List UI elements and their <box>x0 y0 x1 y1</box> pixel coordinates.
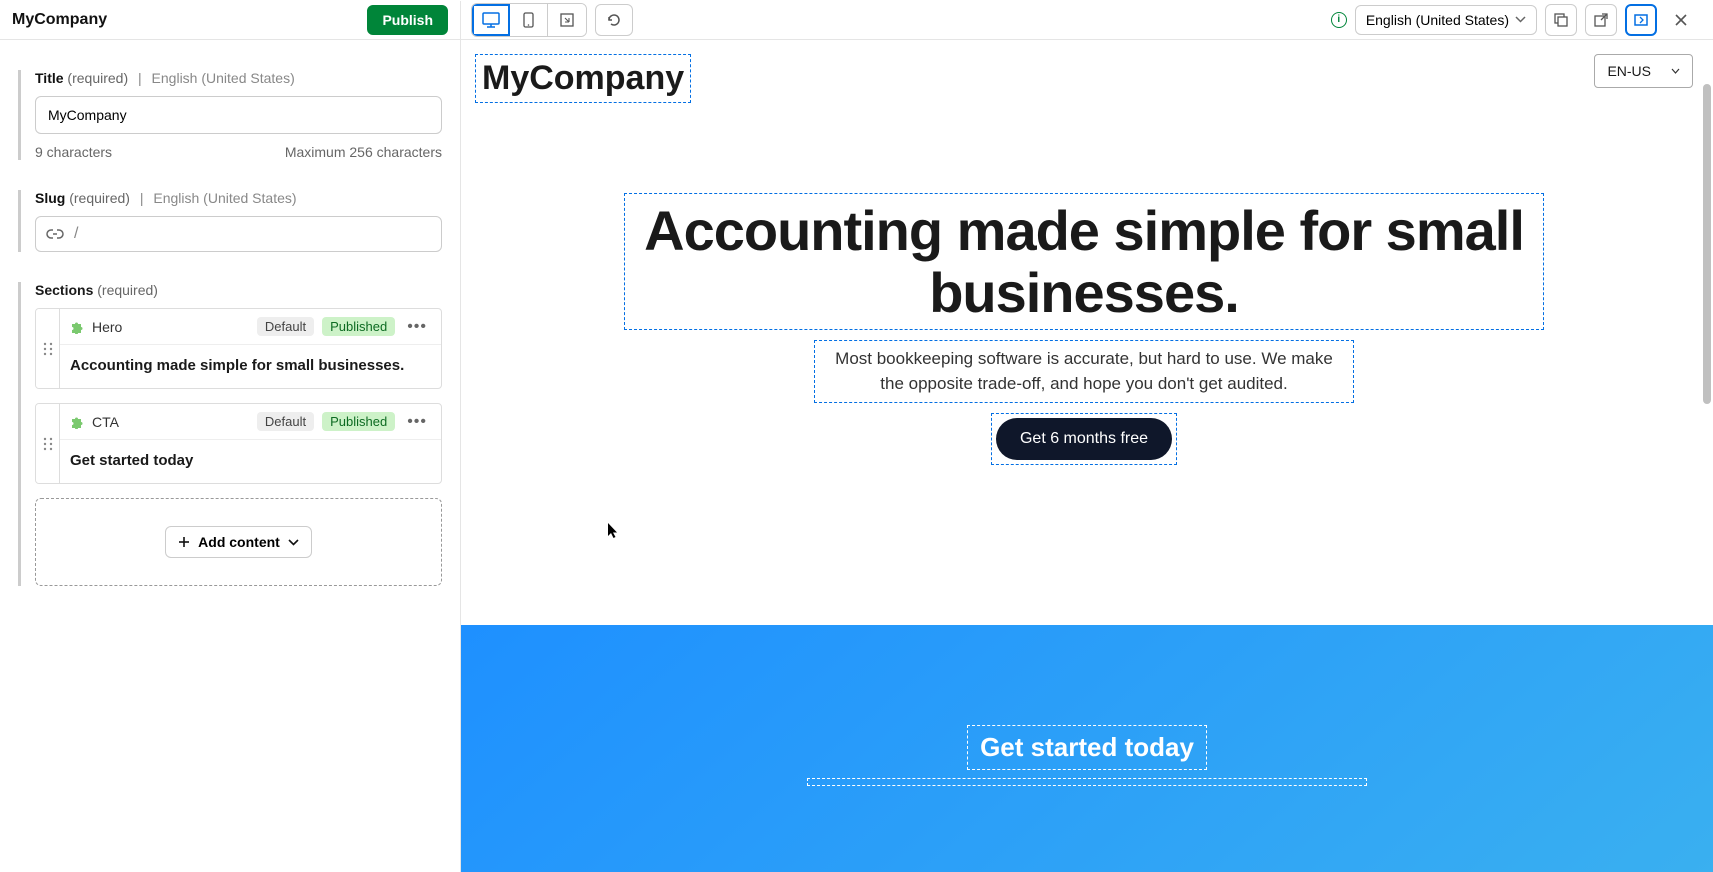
slug-value: / <box>74 225 78 243</box>
char-max: Maximum 256 characters <box>285 144 442 160</box>
panel-icon <box>1634 13 1648 27</box>
puzzle-icon <box>70 415 84 429</box>
section-subtitle: Accounting made simple for small busines… <box>60 345 441 388</box>
section-menu-button[interactable]: ••• <box>403 318 431 336</box>
drag-handle[interactable] <box>36 404 60 483</box>
preview-cta-heading[interactable]: Get started today <box>967 725 1207 770</box>
close-button[interactable] <box>1665 4 1697 36</box>
status-badge: Published <box>322 317 395 336</box>
preview-hero: Accounting made simple for small busines… <box>624 193 1544 465</box>
preview-cta-sub-box[interactable] <box>807 778 1367 786</box>
scrollbar[interactable] <box>1703 84 1711 868</box>
mobile-view-button[interactable] <box>510 4 548 36</box>
info-icon[interactable]: i <box>1331 12 1347 28</box>
drag-handle[interactable] <box>36 309 60 388</box>
sidebar: Title (required) | English (United State… <box>0 40 460 872</box>
puzzle-icon <box>70 320 84 334</box>
sections-field: Sections (required) Hero Default Publish… <box>18 282 442 586</box>
title-field: Title (required) | English (United State… <box>18 70 442 160</box>
preview-hero-button[interactable]: Get 6 months free <box>996 418 1172 460</box>
chevron-down-icon <box>1515 16 1526 23</box>
grip-icon <box>43 437 53 451</box>
side-panel-button[interactable] <box>1625 4 1657 36</box>
corners-icon <box>559 12 575 28</box>
slug-field: Slug (required) | English (United States… <box>18 190 442 252</box>
preview-logo[interactable]: MyCompany <box>475 54 691 103</box>
section-name: Hero <box>92 319 249 335</box>
page-title: MyCompany <box>12 11 359 29</box>
add-content-dropzone[interactable]: Add content <box>35 498 442 586</box>
char-count: 9 characters <box>35 144 112 160</box>
title-label: Title <box>35 70 64 86</box>
section-card-hero[interactable]: Hero Default Published ••• Accounting ma… <box>35 308 442 389</box>
language-dropdown[interactable]: English (United States) <box>1355 5 1537 35</box>
preview-hero-heading: Accounting made simple for small busines… <box>633 200 1535 323</box>
preview-hero-subheading[interactable]: Most bookkeeping software is accurate, b… <box>814 340 1354 403</box>
section-name: CTA <box>92 414 249 430</box>
topbar: MyCompany Publish i Engl <box>0 0 1713 40</box>
preview-language-select[interactable]: EN-US <box>1594 54 1693 88</box>
close-icon <box>1674 13 1688 27</box>
title-input[interactable] <box>35 96 442 134</box>
monitor-icon <box>482 12 500 28</box>
preview-hero-button-box[interactable]: Get 6 months free <box>991 413 1177 465</box>
default-badge: Default <box>257 412 314 431</box>
status-badge: Published <box>322 412 395 431</box>
preview-hero-heading-box[interactable]: Accounting made simple for small busines… <box>624 193 1544 330</box>
custom-size-button[interactable] <box>548 4 586 36</box>
open-external-button[interactable] <box>1585 4 1617 36</box>
publish-button[interactable]: Publish <box>367 5 448 35</box>
add-content-button[interactable]: Add content <box>165 526 312 558</box>
slug-input[interactable]: / <box>35 216 442 252</box>
preview-scroll[interactable]: MyCompany EN-US Accounting made simple f… <box>461 40 1713 872</box>
section-menu-button[interactable]: ••• <box>403 413 431 431</box>
reload-button[interactable] <box>595 4 633 36</box>
scrollbar-thumb[interactable] <box>1703 84 1711 404</box>
external-link-icon <box>1594 13 1608 27</box>
chevron-down-icon <box>1671 68 1680 74</box>
duplicate-button[interactable] <box>1545 4 1577 36</box>
mobile-icon <box>523 12 534 28</box>
copy-icon <box>1554 13 1568 27</box>
preview-pane: MyCompany EN-US Accounting made simple f… <box>460 40 1713 872</box>
grip-icon <box>43 342 53 356</box>
chevron-down-icon <box>288 539 299 546</box>
reload-icon <box>606 12 622 28</box>
language-label: English (United States) <box>1366 12 1509 28</box>
sections-label: Sections <box>35 282 93 298</box>
desktop-view-button[interactable] <box>472 4 510 36</box>
preview-cta: Get started today <box>461 625 1713 872</box>
plus-icon <box>178 536 190 548</box>
slug-label: Slug <box>35 190 65 206</box>
default-badge: Default <box>257 317 314 336</box>
link-icon <box>46 227 64 241</box>
section-subtitle: Get started today <box>60 440 441 483</box>
section-card-cta[interactable]: CTA Default Published ••• Get started to… <box>35 403 442 484</box>
